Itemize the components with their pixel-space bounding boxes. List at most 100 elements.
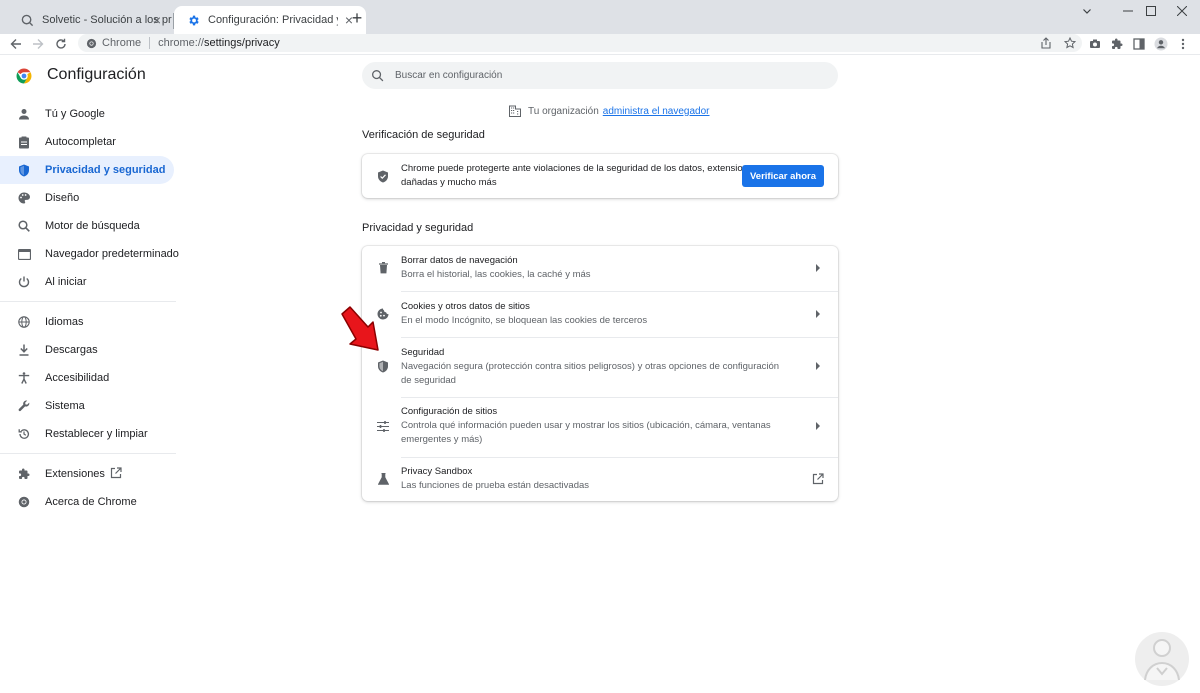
sidebar-item-acerca-de-chrome[interactable]: Acerca de Chrome xyxy=(0,488,174,516)
row-security[interactable]: Seguridad Navegación segura (protección … xyxy=(362,338,838,397)
sidebar-item-accesibilidad[interactable]: Accesibilidad xyxy=(0,364,174,392)
tab-strip: Solvetic - Solución a los problemas × Co… xyxy=(0,0,1200,34)
chrome-icon xyxy=(86,38,97,48)
verify-now-button[interactable]: Verificar ahora xyxy=(742,165,824,187)
row-title: Cookies y otros datos de sitios xyxy=(401,301,530,312)
sidebar-item-label: Tú y Google xyxy=(45,108,105,120)
close-tab-icon[interactable]: × xyxy=(150,12,164,28)
row-privacy-sandbox[interactable]: Privacy Sandbox Las funciones de prueba … xyxy=(362,458,838,501)
sidebar-item-tu-y-google[interactable]: Tú y Google xyxy=(0,100,174,128)
sidebar-item-label: Sistema xyxy=(45,400,85,412)
sidebar-item-label: Extensiones xyxy=(45,468,105,480)
solvetic-favicon-icon xyxy=(20,13,34,27)
row-title: Privacy Sandbox xyxy=(401,466,473,477)
sidebar-item-label: Al iniciar xyxy=(45,276,87,288)
address-bar[interactable]: Chrome chrome:// settings/privacy xyxy=(78,34,1082,52)
url-path: settings/privacy xyxy=(203,37,280,49)
sidebar-item-al-iniciar[interactable]: Al iniciar xyxy=(0,268,174,296)
row-subtitle: Borra el historial, las cookies, la cach… xyxy=(401,269,591,280)
sidebar-item-descargas[interactable]: Descargas xyxy=(0,336,174,364)
new-tab-button[interactable]: + xyxy=(348,8,366,28)
row-site-settings[interactable]: Configuración de sitios Controla qué inf… xyxy=(362,398,838,457)
chrome-logo-icon xyxy=(15,67,33,85)
sidebar-item-label: Diseño xyxy=(45,192,80,204)
sidebar-item-label: Autocompletar xyxy=(45,136,116,148)
chip-label: Chrome xyxy=(102,37,142,49)
site-info-chip[interactable]: Chrome xyxy=(78,37,141,49)
wrench-icon xyxy=(17,399,31,413)
shield-icon xyxy=(17,163,31,177)
safety-check-line-1: Chrome puede protegerte ante violaciones… xyxy=(401,163,759,174)
arrow-right-icon xyxy=(811,419,825,433)
settings-search[interactable] xyxy=(362,62,838,89)
sidebar-item-autocompletar[interactable]: Autocompletar xyxy=(0,128,174,156)
close-window-icon[interactable] xyxy=(1164,0,1200,22)
safety-check-card: Chrome puede protegerte ante violaciones… xyxy=(362,154,838,198)
browser-icon xyxy=(17,247,31,261)
sidebar-item-label: Idiomas xyxy=(45,316,84,328)
forward-arrow-icon[interactable] xyxy=(28,35,48,53)
page-title: Configuración xyxy=(47,66,146,83)
share-icon[interactable] xyxy=(1040,37,1052,49)
accessibility-icon xyxy=(17,371,31,385)
kebab-menu-icon[interactable] xyxy=(1174,35,1192,53)
sidebar-item-label: Motor de búsqueda xyxy=(45,220,140,232)
open-in-new-icon xyxy=(811,472,825,486)
row-subtitle: Las funciones de prueba están desactivad… xyxy=(401,480,590,491)
sidebar-item-label: Accesibilidad xyxy=(45,372,110,384)
sidebar-item-label: Acerca de Chrome xyxy=(45,496,137,508)
clipboard-icon xyxy=(17,135,31,149)
bookmark-star-icon[interactable] xyxy=(1064,37,1076,49)
side-panel-icon[interactable] xyxy=(1130,35,1148,53)
sidebar-item-label: Privacidad y seguridad xyxy=(45,164,166,176)
row-clear-browsing-data[interactable]: Borrar datos de navegación Borra el hist… xyxy=(362,246,838,291)
building-icon xyxy=(509,105,521,117)
sidebar-item-navegador-predeterminado[interactable]: Navegador predeterminado xyxy=(0,240,179,268)
sidebar-item-motor-de-busqueda[interactable]: Motor de búsqueda xyxy=(0,212,174,240)
sidebar-item-diseno[interactable]: Diseño xyxy=(0,184,174,212)
section-title-privacy: Privacidad y seguridad xyxy=(362,222,474,234)
sidebar-item-label: Navegador predeterminado xyxy=(45,248,179,260)
row-subtitle: En el modo Incógnito, se bloquean las co… xyxy=(401,315,648,326)
row-title: Borrar datos de navegación xyxy=(401,255,518,266)
search-input[interactable] xyxy=(395,70,815,81)
sidebar-item-idiomas[interactable]: Idiomas xyxy=(0,308,174,336)
download-icon xyxy=(17,343,31,357)
manage-browser-link[interactable]: administra el navegador xyxy=(603,106,710,117)
row-subtitle: Navegación segura (protección contra sit… xyxy=(401,361,780,386)
sidebar-item-extensiones[interactable]: Extensiones xyxy=(0,460,174,488)
tab-solvetic[interactable]: Solvetic - Solución a los problemas × xyxy=(8,6,174,34)
managed-browser-notice: Tu organización administra el navegador xyxy=(509,104,710,118)
arrow-right-icon xyxy=(811,261,825,275)
camera-icon[interactable] xyxy=(1086,35,1104,53)
puzzle-icon xyxy=(17,467,31,481)
chevron-down-icon[interactable] xyxy=(1069,0,1105,22)
row-cookies[interactable]: Cookies y otros datos de sitios En el mo… xyxy=(362,292,838,337)
toolbar-divider xyxy=(0,54,1200,55)
privacy-settings-card: Borrar datos de navegación Borra el hist… xyxy=(362,246,838,501)
back-arrow-icon[interactable] xyxy=(6,35,26,53)
solvetic-watermark-logo xyxy=(1133,630,1191,688)
sidebar-item-privacidad-y-seguridad[interactable]: Privacidad y seguridad xyxy=(0,156,174,184)
palette-icon xyxy=(17,191,31,205)
tab-label: Configuración: Privacidad y seguridad xyxy=(208,14,338,26)
row-title: Seguridad xyxy=(401,347,445,358)
sidebar-divider xyxy=(0,453,176,454)
flask-icon xyxy=(376,472,390,486)
puzzle-icon[interactable] xyxy=(1108,35,1126,53)
sidebar-item-sistema[interactable]: Sistema xyxy=(0,392,174,420)
search-icon xyxy=(17,219,31,233)
shield-check-icon xyxy=(376,169,390,183)
red-arrow-annotation-icon xyxy=(336,304,388,356)
tab-configuracion[interactable]: Configuración: Privacidad y seguridad × xyxy=(174,6,366,34)
open-in-new-icon xyxy=(110,467,124,481)
reload-icon[interactable] xyxy=(51,35,71,53)
shield-icon xyxy=(376,359,390,373)
chrome-icon xyxy=(17,495,31,509)
profile-avatar-icon[interactable] xyxy=(1152,35,1170,53)
sidebar-item-label: Restablecer y limpiar xyxy=(45,428,148,440)
sidebar-item-restablecer-y-limpiar[interactable]: Restablecer y limpiar xyxy=(0,420,174,448)
person-icon xyxy=(17,107,31,121)
power-icon xyxy=(17,275,31,289)
arrow-right-icon xyxy=(811,307,825,321)
